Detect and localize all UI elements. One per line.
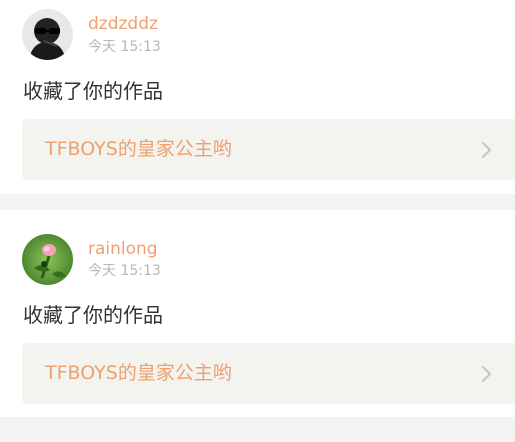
notification-feed: dzdzddz 今天 15:13 收藏了你的作品 TFBOYS的皇家公主哟 ra… — [0, 0, 515, 442]
username[interactable]: dzdzddz — [88, 14, 158, 34]
work-link[interactable]: TFBOYS的皇家公主哟 — [22, 343, 515, 404]
avatar[interactable] — [22, 234, 73, 285]
username[interactable]: rainlong — [88, 239, 158, 259]
timestamp: 今天 15:13 — [88, 39, 161, 55]
action-text: 收藏了你的作品 — [23, 79, 163, 103]
action-text: 收藏了你的作品 — [23, 303, 163, 327]
chevron-right-icon — [482, 366, 491, 382]
work-title: TFBOYS的皇家公主哟 — [45, 138, 232, 160]
timestamp: 今天 15:13 — [88, 263, 161, 279]
notification-card: dzdzddz 今天 15:13 收藏了你的作品 TFBOYS的皇家公主哟 — [0, 0, 515, 194]
avatar-image — [22, 234, 73, 285]
chevron-right-icon — [482, 142, 491, 158]
work-title: TFBOYS的皇家公主哟 — [45, 362, 232, 384]
work-link[interactable]: TFBOYS的皇家公主哟 — [22, 119, 515, 180]
avatar[interactable] — [22, 9, 73, 60]
avatar-image — [22, 9, 73, 60]
notification-card: rainlong 今天 15:13 收藏了你的作品 TFBOYS的皇家公主哟 — [0, 210, 515, 417]
